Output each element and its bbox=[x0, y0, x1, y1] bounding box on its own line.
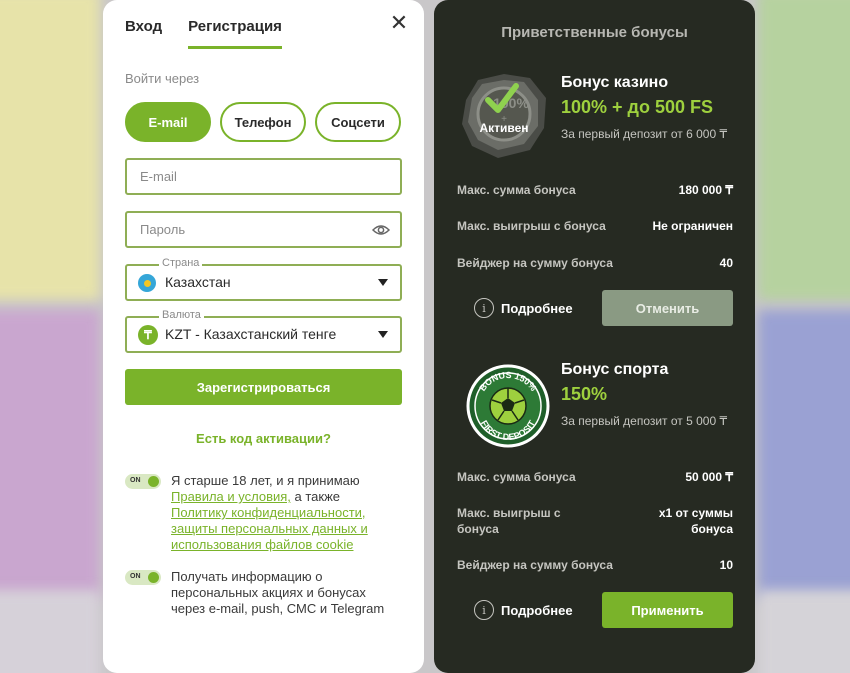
toggle-knob bbox=[148, 572, 159, 583]
sport-wager-value: 10 bbox=[719, 558, 733, 572]
sport-max-amount-label: Макс. сумма бонуса bbox=[457, 470, 576, 484]
sport-bonus-name: Бонус спорта bbox=[561, 361, 669, 378]
sport-more-link[interactable]: i Подробнее bbox=[474, 600, 573, 620]
privacy-policy-link[interactable]: Политику конфиденциальности, защиты перс… bbox=[171, 505, 368, 552]
login-via-label: Войти через bbox=[125, 71, 200, 86]
password-placeholder: Пароль bbox=[140, 222, 186, 237]
sport-max-win-label: Макс. выигрыш с бонуса bbox=[457, 506, 561, 536]
country-value: Казахстан bbox=[165, 274, 231, 290]
casino-bonus-badge-icon: 100% + Активен bbox=[462, 74, 546, 158]
casino-badge-active-label: Активен bbox=[479, 121, 528, 135]
apply-sport-bonus-button[interactable]: Применить bbox=[602, 592, 733, 628]
welcome-bonuses-panel: Приветственные бонусы 100% + Активен Бон… bbox=[434, 0, 755, 673]
casino-max-win-value: Не ограничен bbox=[652, 219, 733, 233]
email-field[interactable]: E-mail bbox=[125, 158, 402, 195]
method-social-button[interactable]: Соцсети bbox=[315, 102, 401, 142]
info-icon: i bbox=[474, 600, 494, 620]
casino-max-amount-label: Макс. сумма бонуса bbox=[457, 183, 576, 197]
sport-wager-label: Вейджер на сумму бонуса bbox=[457, 558, 613, 572]
country-legend: Страна bbox=[159, 257, 203, 269]
casino-bonus-condition: За первый депозит от 6 000 ₸ bbox=[561, 127, 728, 141]
toggle-on-label: ON bbox=[130, 477, 141, 484]
casino-bonus-amount: 100% + до 500 FS bbox=[561, 97, 714, 117]
cancel-casino-bonus-button[interactable]: Отменить bbox=[602, 290, 733, 326]
casino-more-link[interactable]: i Подробнее bbox=[474, 298, 573, 318]
tab-login[interactable]: Вход bbox=[125, 18, 162, 49]
casino-wager-value: 40 bbox=[719, 256, 733, 270]
marketing-consent-text: Получать информацию о персональных акция… bbox=[171, 569, 385, 616]
marketing-consent-toggle[interactable]: ON bbox=[125, 570, 161, 585]
casino-more-label: Подробнее bbox=[501, 300, 573, 316]
chevron-down-icon bbox=[378, 279, 388, 286]
method-email-button[interactable]: E-mail bbox=[125, 102, 211, 142]
close-icon[interactable]: ✕ bbox=[388, 12, 410, 34]
method-phone-button[interactable]: Телефон bbox=[220, 102, 306, 142]
eye-icon[interactable] bbox=[372, 223, 390, 237]
login-method-group: E-mail Телефон Соцсети bbox=[125, 102, 401, 142]
currency-legend: Валюта bbox=[159, 309, 204, 321]
auth-tabs: Вход Регистрация bbox=[125, 18, 282, 49]
tab-registration[interactable]: Регистрация bbox=[188, 18, 282, 49]
terms-link[interactable]: Правила и условия, bbox=[171, 489, 291, 504]
sport-bonus-amount: 150% bbox=[561, 384, 608, 404]
casino-wager-label: Вейджер на сумму бонуса bbox=[457, 256, 613, 270]
sport-more-label: Подробнее bbox=[501, 602, 573, 618]
age-consent-toggle[interactable]: ON bbox=[125, 474, 161, 489]
casino-max-win-label: Макс. выигрыш с бонуса bbox=[457, 219, 606, 233]
kazakhstan-flag-icon bbox=[138, 274, 156, 292]
info-icon: i bbox=[474, 298, 494, 318]
register-button[interactable]: Зарегистрироваться bbox=[125, 369, 402, 405]
sport-bonus-badge-icon: BONUS 150% FIRST DEPOSIT bbox=[466, 364, 550, 448]
casino-max-amount-value: 180 000 ₸ bbox=[678, 183, 733, 197]
registration-panel: Вход Регистрация ✕ Войти через E-mail Те… bbox=[103, 0, 424, 673]
password-field[interactable]: Пароль bbox=[125, 211, 402, 248]
casino-bonus-name: Бонус казино bbox=[561, 74, 669, 91]
activation-code-link[interactable]: Есть код активации? bbox=[103, 431, 424, 446]
sport-max-amount-value: 50 000 ₸ bbox=[685, 470, 733, 484]
chevron-down-icon bbox=[378, 331, 388, 338]
sport-bonus-condition: За первый депозит от 5 000 ₸ bbox=[561, 414, 728, 428]
email-placeholder: E-mail bbox=[140, 169, 177, 184]
country-select[interactable]: Страна Казахстан bbox=[125, 257, 402, 301]
currency-value: KZT - Казахстанский тенге bbox=[165, 326, 337, 342]
consent-prefix: Я старше 18 лет, и я принимаю bbox=[171, 473, 360, 488]
age-consent-text: Я старше 18 лет, и я принимаю Правила и … bbox=[171, 473, 411, 553]
tenge-icon: ₸ bbox=[138, 325, 158, 345]
toggle-on-label: ON bbox=[130, 573, 141, 580]
bonuses-title: Приветственные бонусы bbox=[501, 24, 688, 41]
currency-select[interactable]: Валюта ₸ KZT - Казахстанский тенге bbox=[125, 309, 402, 353]
consent-middle: а также bbox=[290, 489, 341, 504]
toggle-knob bbox=[148, 476, 159, 487]
sport-max-win-value: x1 от суммы бонуса bbox=[658, 506, 733, 536]
